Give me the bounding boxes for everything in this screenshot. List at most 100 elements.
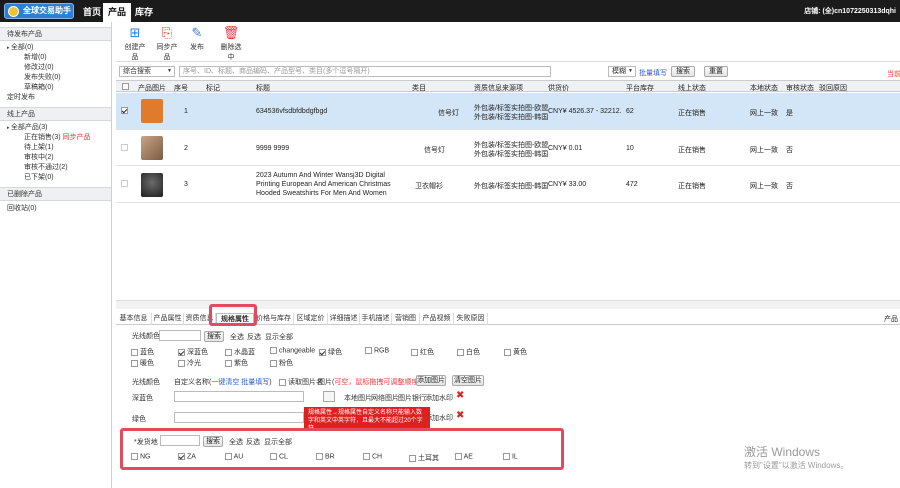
tab-mobile-description[interactable]: 手机描述 [360,313,392,325]
sidebar-item-all-products[interactable]: ▸ 全部产品(3) [7,123,111,133]
cell-title[interactable]: 634536vfsdbfdbdgfbgd [256,108,327,115]
tab-price-stock[interactable]: 价格与库存 [254,313,294,325]
delete-icon[interactable]: ✖ [456,390,464,401]
table-row[interactable]: 3 2023 Autumn And Winter Wansj3D Digital… [116,167,900,203]
tab-detailed-description[interactable]: 详细描述 [328,313,360,325]
variant-custom-name-input[interactable] [174,412,304,423]
tab-basic-info[interactable]: 基本信息 [116,313,152,325]
col-index[interactable]: 序号 [174,83,188,93]
nav-tab-home[interactable]: 首页 [78,3,106,22]
col-mark[interactable]: 标记 [206,83,220,93]
table-row[interactable]: 1 634536vfsdbfdbdgfbgd 信号灯 外包装/标签实拍图-欧盟 … [116,93,900,130]
col-category[interactable]: 类目 [412,83,426,93]
product-thumbnail[interactable] [141,173,163,197]
shop-selector[interactable]: 店铺: (全)cn1072250313dqhi [804,6,896,16]
sidebar-section-online[interactable]: 线上产品 [0,107,111,121]
sidebar-item-modified[interactable]: 修改过(0) [7,63,111,73]
cell-title-line[interactable]: 2023 Autumn And Winter Wansj3D Digital [256,172,385,179]
select-all-link[interactable]: 全选 [230,332,244,342]
batch-fill-link[interactable]: 批量填写 [639,68,667,78]
tab-fail-reason[interactable]: 失败原因 [454,313,488,325]
cell-title-line[interactable]: Printing European And American Christmas [256,181,391,188]
sidebar-item-recycle-bin[interactable]: 回收站(0) [7,204,111,214]
sidebar-item-reviewing[interactable]: 审核中(2) [7,153,111,163]
nav-tab-inventory[interactable]: 库存 [130,3,158,22]
color-option[interactable]: 暖色 [131,358,154,368]
col-source[interactable]: 资质信息来源项 [474,83,523,93]
delete-selected-button[interactable]: 🗑 删除选中 [218,26,244,62]
color-option[interactable]: 水晶蓝 [225,347,255,357]
color-filter-input[interactable] [159,330,201,341]
color-option[interactable]: 蓝色 [131,347,154,357]
image-bank-link[interactable]: 图片银行 [398,393,426,403]
color-option[interactable]: changeable [270,347,315,354]
col-audit-status[interactable]: 审核状态 [786,83,814,93]
search-button[interactable]: 搜索 [671,66,695,77]
sidebar-item-on-sale[interactable]: 正在销售(3) 同步产品 [7,133,111,143]
sidebar-item-drafts[interactable]: 草稿箱(0) [7,83,111,93]
sidebar-section-deleted[interactable]: 已删除产品 [0,187,111,201]
color-option[interactable]: 紫色 [225,358,248,368]
col-reject-reason[interactable]: 驳回原因 [819,83,847,93]
tab-regional-pricing[interactable]: 区域定价 [294,313,328,325]
col-price[interactable]: 供货价 [548,83,569,93]
product-thumbnail[interactable] [141,136,163,160]
tab-product-video[interactable]: 产品视频 [420,313,454,325]
add-watermark-link[interactable]: 添加水印 [425,393,453,403]
col-title[interactable]: 标题 [256,83,270,93]
network-image-link[interactable]: 网络图片 [371,393,399,403]
color-option[interactable]: 红色 [411,347,434,357]
add-picture-button[interactable]: 添加图片 [416,375,446,386]
color-option[interactable]: 深蓝色 [178,347,208,357]
create-product-button[interactable]: ⊞ 创建产品 [122,26,148,62]
color-option[interactable]: 白色 [457,347,480,357]
col-image[interactable]: 产品图片 [138,83,166,93]
variant-image-slot[interactable] [323,391,335,402]
sidebar-item-delisted[interactable]: 已下架(0) [7,173,111,183]
sync-products-link[interactable]: 同步产品 [63,134,91,141]
read-pic-name-option[interactable]: 读取图片名 [279,377,323,387]
app-logo[interactable]: 全球交易助手 [4,3,74,19]
search-input[interactable]: 序号、ID、标题、商品编码、产品型号、类目(多个逗号隔开) [179,66,551,77]
col-stock[interactable]: 平台库存 [626,83,654,93]
color-option[interactable]: 黄色 [504,347,527,357]
product-thumbnail[interactable] [141,99,163,123]
sidebar-section-pending[interactable]: 待发布产品 [0,27,111,41]
tab-product-attributes[interactable]: 产品属性 [152,313,184,325]
batch-fill-names-link[interactable]: 批量填写 [241,379,269,386]
color-option[interactable]: RGB [365,347,389,354]
match-mode-select[interactable]: 模糊 ▼ [608,66,636,77]
clear-picture-button[interactable]: 清空图片 [452,375,484,386]
nav-tab-products[interactable]: 产品 [103,3,132,22]
table-row[interactable]: 2 9999 9999 信号灯 外包装/标签实拍图-欧盟 外包装/标签实拍图-韩… [116,131,900,166]
local-image-link[interactable]: 本地图片 [344,393,372,403]
sidebar-item-to-list[interactable]: 待上架(1) [7,143,111,153]
sidebar-item-scheduled[interactable]: 定时发布 [7,93,111,103]
toolbar: ⊞ 创建产品 ⎘ 同步产品 ✎ 发布 🗑 删除选中 [116,22,900,62]
invert-selection-link[interactable]: 反选 [247,332,261,342]
sync-product-button[interactable]: ⎘ 同步产品 [154,26,180,62]
delete-icon[interactable]: ✖ [456,410,464,421]
color-option[interactable]: 粉色 [270,358,293,368]
sidebar-item-rejected[interactable]: 审核不通过(2) [7,163,111,173]
sidebar-item-all-pending[interactable]: ▸ 全部(0) [7,43,111,53]
cell-title-line[interactable]: Hooded Sweatshirts For Men And Women [256,190,387,197]
color-option[interactable]: 绿色 [319,347,342,357]
variant-custom-name-input[interactable] [174,391,304,402]
sidebar-item-new[interactable]: 新增(0) [7,53,111,63]
cell-title[interactable]: 9999 9999 [256,145,289,152]
table-header: 产品图片 序号 标记 标题 类目 资质信息来源项 供货价 平台库存 线上状态 本… [116,81,900,92]
show-all-link[interactable]: 显示全部 [265,332,293,342]
publish-button[interactable]: ✎ 发布 [188,26,206,52]
tab-marketing-images[interactable]: 营销图 [392,313,420,325]
col-local-status[interactable]: 本地状态 [750,83,778,93]
color-option[interactable]: 冷光 [178,358,201,368]
search-type-select[interactable]: 综合搜索 ▼ [119,66,175,77]
col-online-status[interactable]: 线上状态 [678,83,706,93]
current-selection-link[interactable]: 当前选 [887,69,900,79]
one-key-clear-link[interactable]: 一键清空 [211,379,239,386]
color-search-button[interactable]: 搜索 [204,331,224,342]
reset-button[interactable]: 重置 [704,66,728,77]
sidebar-item-failed[interactable]: 发布失败(0) [7,73,111,83]
color-option-label: 暖色 [139,360,154,367]
